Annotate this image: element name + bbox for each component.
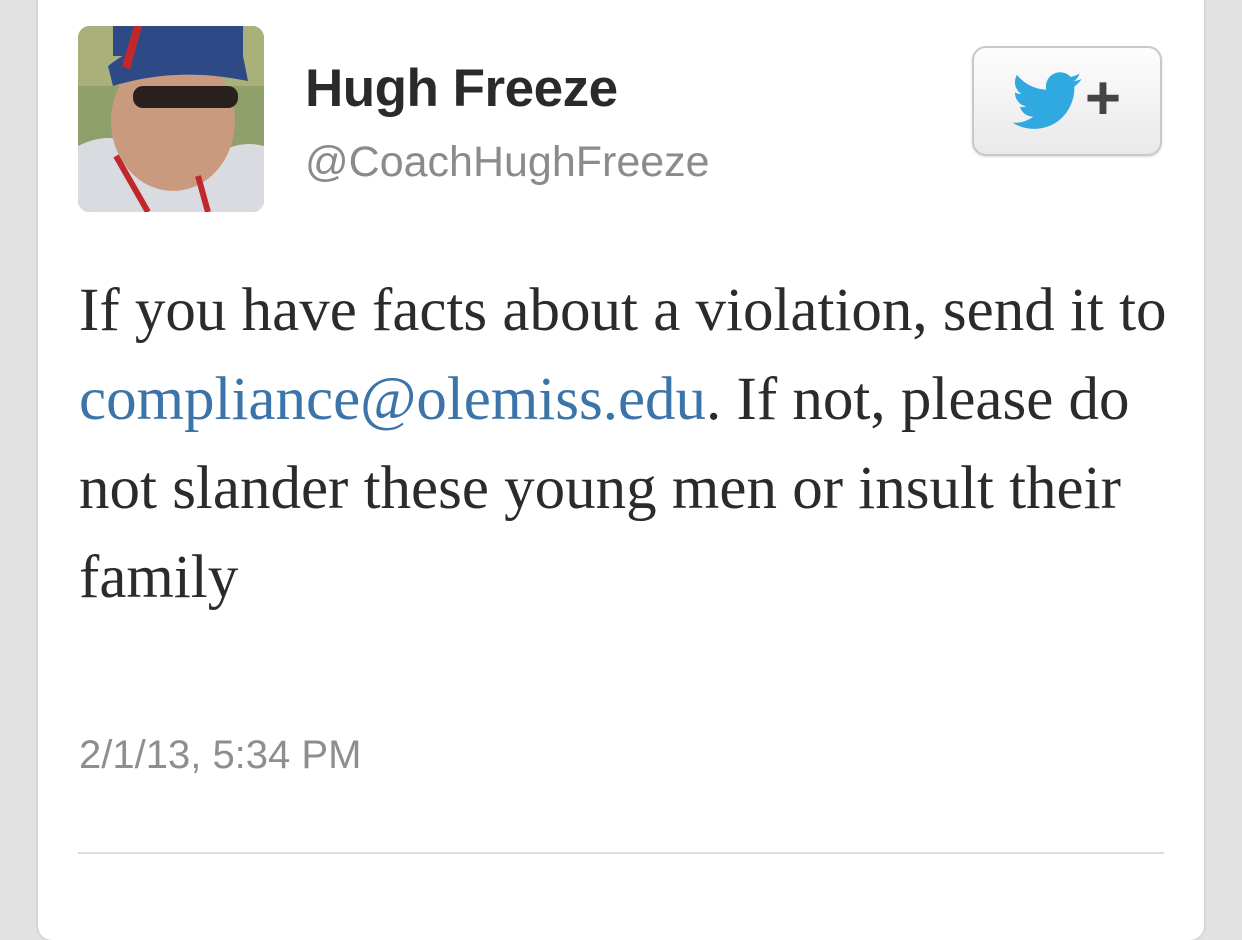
email-link[interactable]: compliance@olemiss.edu — [79, 366, 706, 433]
avatar[interactable] — [78, 26, 264, 212]
tweet-text: If you have facts about a violation, sen… — [79, 266, 1179, 622]
tweet-text-part: If you have facts about a violation, sen… — [79, 277, 1167, 344]
avatar-photo — [78, 26, 264, 212]
twitter-bird-icon — [1012, 72, 1082, 129]
display-name[interactable]: Hugh Freeze — [305, 58, 618, 119]
timestamp: 2/1/13, 5:34 PM — [79, 733, 362, 777]
plus-icon: + — [1084, 64, 1122, 133]
follow-button[interactable]: + — [972, 46, 1162, 156]
divider — [78, 852, 1164, 854]
user-handle[interactable]: @CoachHughFreeze — [305, 138, 710, 187]
